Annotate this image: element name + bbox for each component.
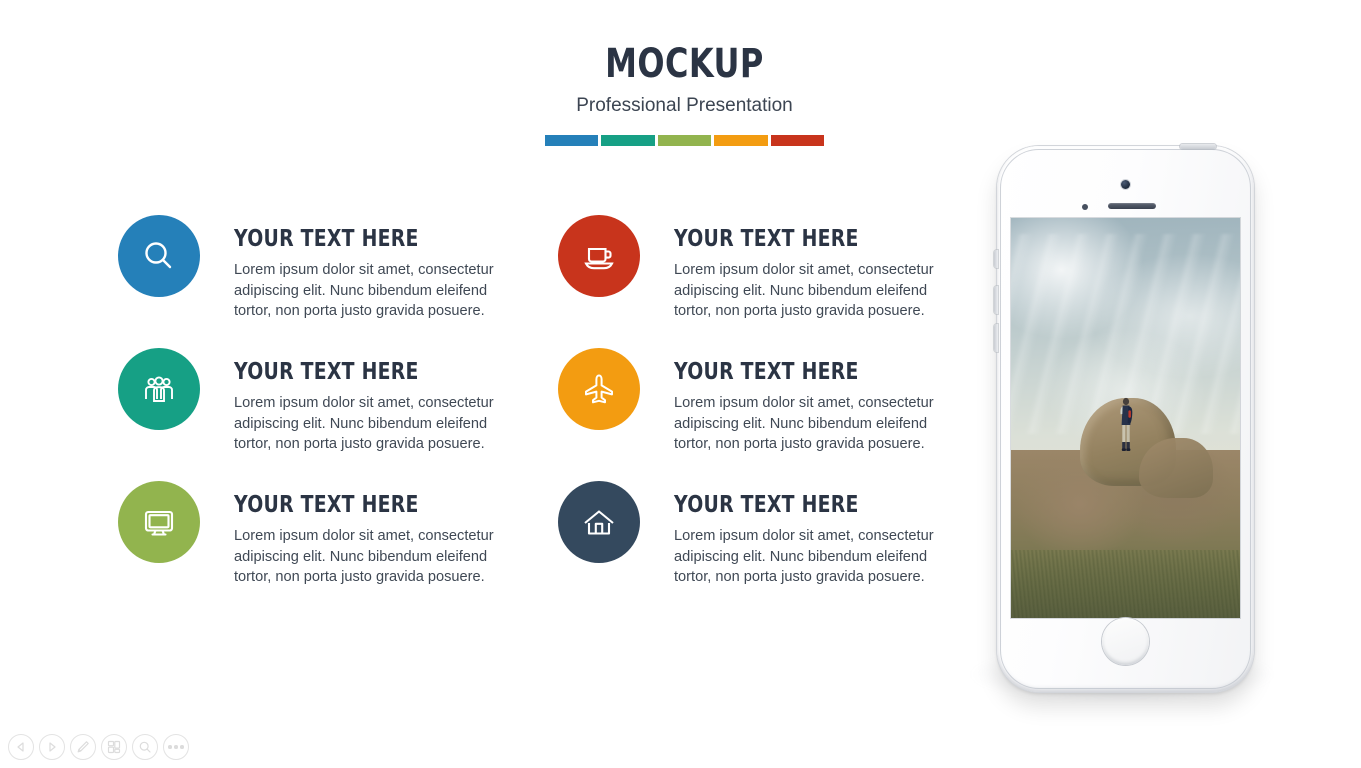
pen-icon <box>76 740 90 754</box>
feature-description: Lorem ipsum dolor sit amet, consectetur … <box>234 528 494 585</box>
feature-icon-badge-coffee[interactable] <box>558 215 640 297</box>
feature-icon-badge-search[interactable] <box>118 215 200 297</box>
feature-icon-badge-monitor[interactable] <box>118 481 200 563</box>
feature-description: Lorem ipsum dolor sit amet, consectetur … <box>234 262 494 319</box>
feature-item: YOUR TEXT HERE Lorem ipsum dolor sit ame… <box>558 481 958 614</box>
feature-description: Lorem ipsum dolor sit amet, consectetur … <box>674 528 934 585</box>
color-bar-segment-orange <box>714 135 768 146</box>
monitor-icon <box>139 502 179 542</box>
feature-description: Lorem ipsum dolor sit amet, consectetur … <box>234 395 494 452</box>
feature-item: YOUR TEXT HERE Lorem ipsum dolor sit ame… <box>118 481 518 614</box>
feature-icon-badge-airplane[interactable] <box>558 348 640 430</box>
ellipsis-icon <box>168 745 184 749</box>
phone-home-button[interactable] <box>1102 618 1149 665</box>
users-group-icon <box>139 369 179 409</box>
feature-item: YOUR TEXT HERE Lorem ipsum dolor sit ame… <box>558 348 958 481</box>
airplane-icon <box>579 369 619 409</box>
feature-description: Lorem ipsum dolor sit amet, consectetur … <box>674 395 934 452</box>
feature-item: YOUR TEXT HERE Lorem ipsum dolor sit ame… <box>558 215 958 348</box>
slides-icon <box>107 740 121 754</box>
feature-icon-badge-users[interactable] <box>118 348 200 430</box>
feature-heading: YOUR TEXT HERE <box>674 226 859 252</box>
presentation-toolbar <box>8 734 189 760</box>
more-options-button[interactable] <box>163 734 189 760</box>
slide-header: MOCKUP Professional Presentation <box>0 44 1361 146</box>
page-title: MOCKUP <box>605 41 764 87</box>
magnifier-icon <box>138 740 152 754</box>
slides-overview-button[interactable] <box>101 734 127 760</box>
feature-heading: YOUR TEXT HERE <box>674 492 859 518</box>
phone-front-camera <box>1121 180 1130 189</box>
screen-photo-hiker-on-summit <box>1011 218 1240 618</box>
feature-description: Lorem ipsum dolor sit amet, consectetur … <box>674 262 934 319</box>
page-subtitle: Professional Presentation <box>576 95 793 116</box>
phone-mockup <box>966 144 1276 702</box>
previous-slide-button[interactable] <box>8 734 34 760</box>
feature-icon-badge-home[interactable] <box>558 481 640 563</box>
photo-secondary-rock <box>1139 438 1213 498</box>
feature-body: YOUR TEXT HERE Lorem ipsum dolor sit ame… <box>674 361 966 455</box>
feature-item: YOUR TEXT HERE Lorem ipsum dolor sit ame… <box>118 215 518 348</box>
search-icon <box>139 236 179 276</box>
phone-power-button[interactable] <box>1180 144 1216 149</box>
phone-body <box>994 144 1254 692</box>
photo-hiker-figure <box>1119 397 1132 451</box>
pen-tool-button[interactable] <box>70 734 96 760</box>
phone-earpiece-speaker <box>1107 203 1156 209</box>
feature-body: YOUR TEXT HERE Lorem ipsum dolor sit ame… <box>234 228 526 322</box>
feature-body: YOUR TEXT HERE Lorem ipsum dolor sit ame… <box>674 494 966 588</box>
zoom-button[interactable] <box>132 734 158 760</box>
feature-heading: YOUR TEXT HERE <box>234 492 419 518</box>
triangle-left-icon <box>15 741 27 753</box>
color-bar-segment-red <box>770 135 825 146</box>
feature-heading: YOUR TEXT HERE <box>234 359 419 385</box>
phone-volume-down-button[interactable] <box>994 324 998 352</box>
feature-column-right: YOUR TEXT HERE Lorem ipsum dolor sit ame… <box>558 215 958 614</box>
feature-body: YOUR TEXT HERE Lorem ipsum dolor sit ame… <box>234 494 526 588</box>
feature-body: YOUR TEXT HERE Lorem ipsum dolor sit ame… <box>674 228 966 322</box>
next-slide-button[interactable] <box>39 734 65 760</box>
color-bar-segment-blue <box>544 135 599 146</box>
triangle-right-icon <box>46 741 58 753</box>
feature-column-left: YOUR TEXT HERE Lorem ipsum dolor sit ame… <box>118 215 518 614</box>
phone-volume-up-button[interactable] <box>994 286 998 314</box>
phone-proximity-sensor <box>1081 204 1088 210</box>
photo-grass <box>1011 550 1240 618</box>
feature-heading: YOUR TEXT HERE <box>234 226 419 252</box>
color-bar-segment-green <box>657 135 712 146</box>
color-bar-segment-teal <box>601 135 655 146</box>
presentation-slide: MOCKUP Professional Presentation YOUR TE… <box>0 0 1361 768</box>
phone-mute-switch[interactable] <box>994 250 998 268</box>
feature-heading: YOUR TEXT HERE <box>674 359 859 385</box>
feature-body: YOUR TEXT HERE Lorem ipsum dolor sit ame… <box>234 361 526 455</box>
feature-item: YOUR TEXT HERE Lorem ipsum dolor sit ame… <box>118 348 518 481</box>
coffee-cup-icon <box>579 236 619 276</box>
phone-screen[interactable] <box>1011 218 1240 618</box>
accent-color-bar <box>544 135 825 146</box>
home-icon <box>579 502 619 542</box>
